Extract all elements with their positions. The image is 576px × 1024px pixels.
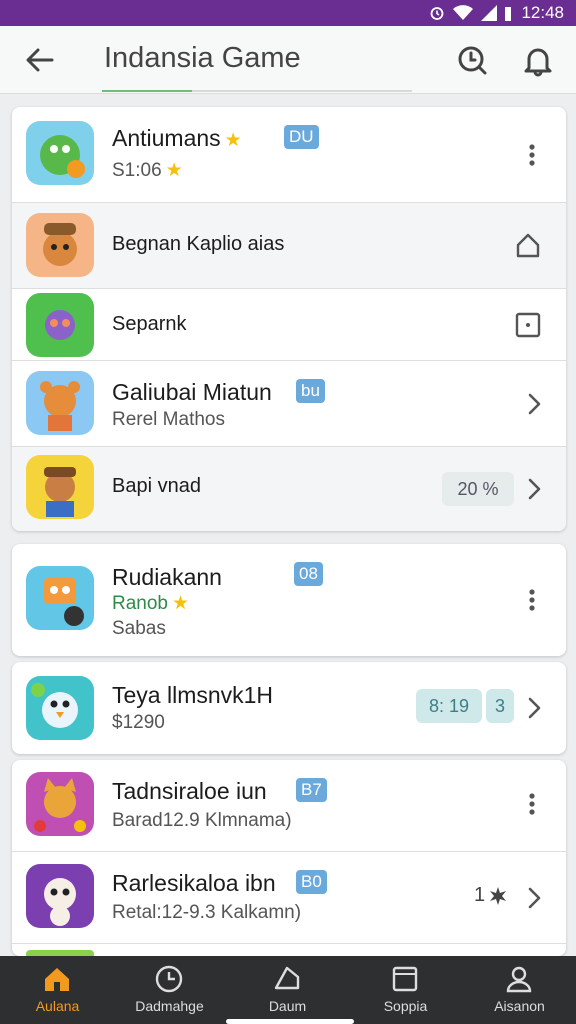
status-icons: 12:48 [429, 3, 564, 23]
tab-indicator [102, 90, 192, 92]
burst-icon [490, 887, 506, 905]
square-dot-icon[interactable] [514, 311, 542, 339]
game-badge: 08 [294, 562, 323, 586]
list-item[interactable]: Teya llmsnvk1H $1290 8: 19 3 [12, 662, 566, 754]
clock-icon [155, 965, 183, 993]
square-icon [392, 966, 418, 992]
game-tag: Ranob ★ [112, 593, 190, 614]
app-icon-monkey [26, 293, 94, 357]
app-icon-fox [26, 772, 94, 836]
list-item[interactable]: Separnk [12, 289, 566, 361]
list-item[interactable]: Antiumans ★ DU S1:06 ★ [12, 107, 566, 203]
nav-item-history[interactable]: Dadmahge [112, 956, 227, 1024]
signal-bars-icon [505, 7, 512, 21]
bottom-nav: Aulana Dadmahge Daum Soppia Aisanon [0, 956, 576, 1024]
list-item[interactable]: Begnan Kaplio aias [12, 203, 566, 289]
app-icon-robot [26, 566, 94, 630]
bell-icon[interactable] [520, 42, 556, 78]
game-name: Bapi vnad [112, 475, 201, 497]
status-time: 12:48 [521, 3, 564, 22]
more-vert-icon[interactable] [518, 790, 546, 818]
game-name: Antiumans ★ [112, 125, 242, 151]
search-clock-icon[interactable] [454, 42, 490, 78]
person-icon [506, 966, 532, 993]
game-subtitle: Barad12.9 Klmnama) [112, 810, 292, 831]
game-name: Separnk [112, 313, 187, 335]
list-item[interactable]: Galiubai Miatun bu Rerel Mathos [12, 361, 566, 447]
app-icon-bird [26, 676, 94, 740]
game-subtitle: Rerel Mathos [112, 409, 225, 430]
more-vert-icon[interactable] [518, 141, 546, 169]
chevron-right-icon[interactable] [520, 884, 548, 912]
nav-item-soppia[interactable]: Soppia [348, 956, 463, 1024]
nav-label: Daum [268, 998, 307, 1014]
game-badge: B0 [296, 870, 327, 894]
app-icon-lamb [26, 864, 94, 928]
game-subtitle: Sabas [112, 618, 166, 639]
list-item[interactable]: Rudiakann 08 Ranob ★ Sabas [12, 544, 566, 656]
game-name: Tadnsiraloe iun [112, 778, 267, 804]
home-icon [45, 968, 69, 991]
app-icon-bear [26, 371, 94, 435]
game-name: Begnan Kaplio aias [112, 233, 285, 255]
game-group-3: Teya llmsnvk1H $1290 8: 19 3 [12, 662, 566, 754]
page-title: Indansia Game [104, 42, 301, 74]
game-name: Teya llmsnvk1H [112, 682, 274, 708]
list-item[interactable]: Rarlesikaloa ibn B0 Retal:12-9.3 Kalkamn… [12, 852, 566, 944]
app-bar: Indansia Game [0, 26, 576, 94]
tab-indicator-track [102, 90, 412, 92]
game-badge: bu [296, 379, 325, 403]
nav-item-account[interactable]: Aisanon [462, 956, 576, 1024]
nav-label: Soppia [383, 998, 428, 1014]
chevron-right-icon[interactable] [520, 475, 548, 503]
list-item[interactable]: Tadnsiraloe iun B7 Barad12.9 Klmnama) [12, 760, 566, 852]
app-icon-cowboy [26, 213, 94, 277]
signal-icon [481, 5, 498, 21]
count-pill: 3 [486, 689, 514, 723]
time-pill: 8: 19 [416, 689, 482, 723]
game-subtitle: S1:06 ★ [112, 160, 183, 181]
star-icon: ★ [172, 593, 190, 614]
nav-item-daum[interactable]: Daum [230, 956, 345, 1024]
game-name: Rudiakann [112, 564, 222, 590]
game-group-1: Antiumans ★ DU S1:06 ★ Begnan Kaplio aias … [12, 107, 566, 531]
game-group-2: Rudiakann 08 Ranob ★ Sabas [12, 544, 566, 656]
chevron-right-icon[interactable] [520, 390, 548, 418]
nav-label: Aulana [35, 998, 80, 1014]
game-name: Galiubai Miatun [112, 379, 272, 405]
home-indicator [226, 1019, 354, 1024]
game-subtitle: Retal:12-9.3 Kalkamn) [112, 902, 302, 923]
game-badge: B7 [296, 778, 327, 802]
nav-item-home[interactable]: Aulana [0, 956, 115, 1024]
game-name: Rarlesikaloa ibn [112, 870, 276, 896]
rank-count: 1 [474, 884, 486, 906]
star-icon: ★ [224, 130, 242, 151]
game-subtitle: $1290 [112, 712, 165, 733]
nav-label: Aisanon [494, 998, 545, 1014]
shape-icon [274, 966, 300, 990]
alarm-icon [431, 7, 444, 20]
nav-label: Dadmahge [135, 998, 204, 1014]
chevron-right-icon[interactable] [520, 694, 548, 722]
wifi-icon [453, 5, 474, 20]
house-icon[interactable] [514, 231, 542, 259]
app-icon-hunter [26, 455, 94, 519]
app-icon-turtle [26, 121, 94, 185]
arrow-left-icon[interactable] [22, 42, 58, 78]
progress-pill: 20 % [442, 472, 514, 506]
status-bar: 12:48 [0, 0, 576, 26]
star-icon: ★ [165, 160, 183, 181]
game-group-4: Tadnsiraloe iun B7 Barad12.9 Klmnama) Ra… [12, 760, 566, 956]
more-vert-icon[interactable] [518, 586, 546, 614]
game-badge: DU [284, 125, 319, 149]
list-item[interactable]: Bapi vnad 20 % [12, 447, 566, 531]
